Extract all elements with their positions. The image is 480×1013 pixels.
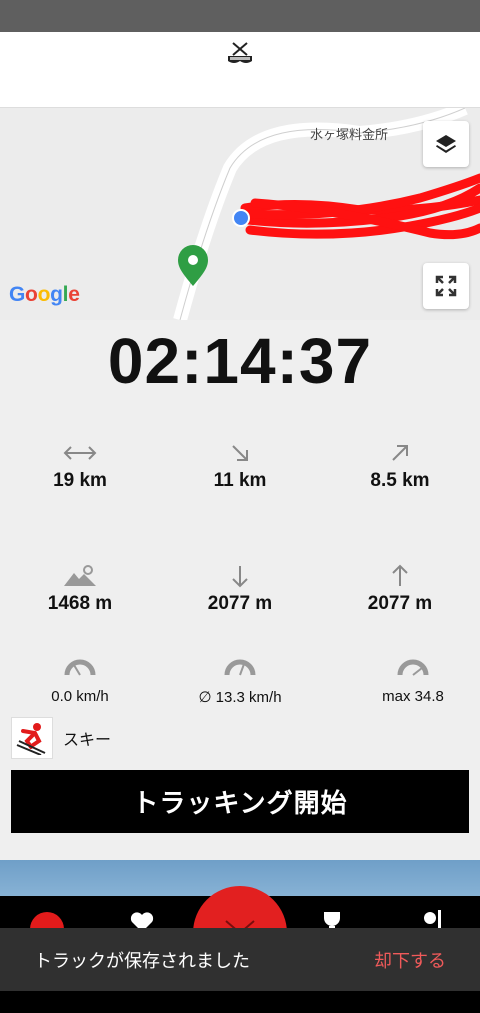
ski-track (240, 173, 480, 240)
stat-max-speed: max 34.8 (320, 652, 480, 705)
status-bar (0, 0, 480, 32)
skier-goggles-logo-icon (228, 42, 252, 63)
stat-value: 11 km (213, 470, 267, 491)
google-logo: Google (9, 283, 80, 306)
app-logo (222, 36, 258, 72)
activity-selector[interactable]: スキー (11, 716, 111, 760)
distance-icon (63, 446, 97, 460)
stat-distance: 19 km (0, 438, 160, 492)
speedometer-icon (397, 659, 429, 676)
stat-ascent: 2077 m (320, 561, 480, 615)
stat-value: 1468 m (47, 593, 113, 614)
fullscreen-button[interactable] (423, 263, 469, 309)
stat-current-speed: 0.0 km/h (0, 652, 160, 705)
snackbar-dismiss-button[interactable]: 却下する (374, 947, 446, 973)
stat-value: 19 km (53, 470, 107, 491)
stat-value: 2077 m (367, 593, 433, 614)
fullscreen-icon (435, 275, 457, 297)
layers-icon (436, 135, 456, 153)
downhill-distance-icon (232, 445, 248, 461)
stat-value: 0.0 km/h (51, 688, 109, 705)
stat-uphill-distance: 8.5 km (320, 438, 480, 492)
map-place-label: 水ヶ塚料金所 (310, 128, 389, 143)
altitude-icon (64, 565, 96, 586)
snackbar-message: トラックが保存されました (34, 950, 250, 972)
app-header (0, 32, 480, 108)
skier-icon (16, 723, 46, 755)
stat-average-speed: ∅ 13.3 km/h (160, 652, 320, 706)
speedometer-icon (224, 659, 256, 676)
stat-downhill-distance: 11 km (160, 438, 320, 492)
map[interactable]: 水ヶ塚料金所 Google (0, 108, 480, 320)
stat-value: ∅ 13.3 km/h (198, 689, 282, 706)
current-location-icon (232, 209, 250, 227)
stat-descent: 2077 m (160, 561, 320, 615)
layers-button[interactable] (423, 121, 469, 167)
stat-altitude: 1468 m (0, 561, 160, 615)
activity-label: スキー (63, 730, 112, 749)
stat-value: 2077 m (207, 593, 273, 614)
speedometer-icon (64, 659, 96, 676)
activity-icon-box (11, 717, 53, 759)
stat-value: max 34.8 (382, 688, 444, 705)
ascent-icon (392, 564, 408, 586)
descent-icon (232, 566, 248, 588)
snackbar: トラックが保存されました 却下する (0, 928, 480, 991)
stat-value: 8.5 km (370, 470, 430, 491)
uphill-distance-icon (392, 445, 408, 461)
elapsed-timer: 02:14:37 (107, 325, 373, 397)
start-tracking-button[interactable]: トラッキング開始 (11, 770, 469, 833)
start-marker-icon (178, 245, 208, 286)
